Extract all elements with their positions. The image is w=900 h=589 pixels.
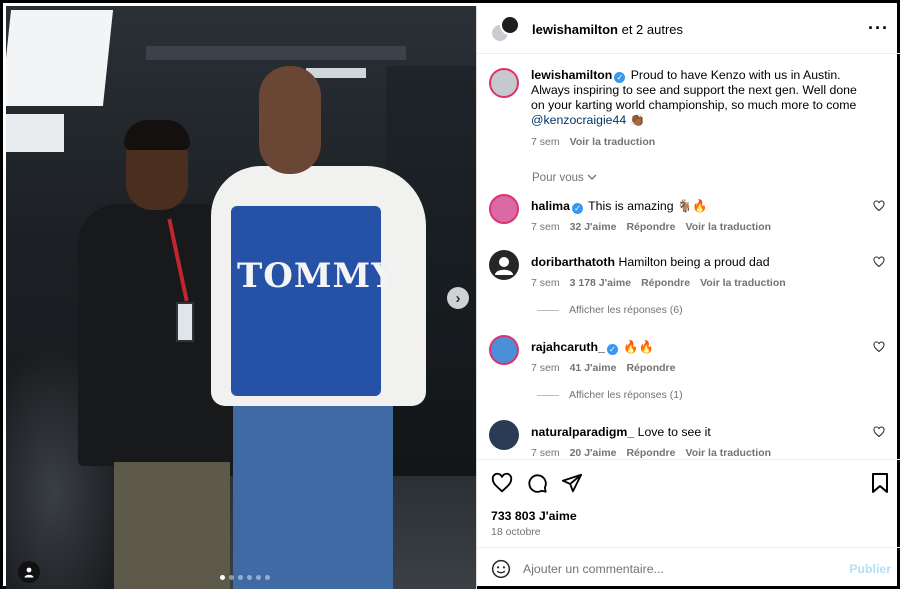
carousel-dot bbox=[247, 575, 252, 580]
default-user-icon bbox=[495, 257, 513, 275]
reply-button[interactable]: Répondre bbox=[626, 361, 675, 376]
caption-emoji: 👏🏾 bbox=[629, 113, 645, 127]
comment-composer: Ajouter un commentaire... Publier bbox=[477, 547, 900, 589]
caption-username[interactable]: lewishamilton bbox=[531, 68, 612, 82]
verified-badge-icon: ✓ bbox=[606, 344, 618, 355]
person-lewis: TOMMY bbox=[211, 66, 426, 589]
comments-feed[interactable]: lewishamilton ✓ Proud to have Kenzo with … bbox=[477, 54, 900, 459]
translate-link[interactable]: Voir la traduction bbox=[685, 446, 771, 459]
comment-username[interactable]: naturalparadigm_ bbox=[531, 425, 634, 439]
post-header: lewishamilton et 2 autres ··· bbox=[477, 6, 900, 54]
like-comment-heart-icon[interactable] bbox=[873, 426, 885, 438]
comment-input[interactable]: Ajouter un commentaire... bbox=[523, 562, 849, 576]
comment-time[interactable]: 7 sem bbox=[531, 276, 560, 291]
divider bbox=[537, 394, 559, 396]
user-icon bbox=[24, 567, 34, 578]
avatar bbox=[500, 14, 520, 35]
sort-label: Pour vous bbox=[532, 172, 584, 184]
pass-badge bbox=[176, 302, 194, 342]
like-comment-heart-icon[interactable] bbox=[873, 256, 885, 268]
more-options-icon[interactable]: ··· bbox=[868, 18, 889, 39]
avatar[interactable] bbox=[489, 420, 519, 450]
tagged-users-button[interactable] bbox=[18, 561, 40, 583]
avatar[interactable] bbox=[489, 68, 519, 98]
translate-link[interactable]: Voir la traduction bbox=[700, 276, 786, 291]
view-replies-button[interactable]: Afficher les réponses (6) bbox=[537, 304, 683, 316]
ceiling-light bbox=[6, 10, 114, 106]
comment-bubble-icon[interactable] bbox=[526, 472, 548, 494]
reply-button[interactable]: Répondre bbox=[626, 446, 675, 459]
reply-button[interactable]: Répondre bbox=[626, 220, 675, 235]
divider bbox=[537, 309, 559, 311]
hair bbox=[124, 120, 190, 150]
caption-mention[interactable]: @kenzocraigie44 bbox=[531, 113, 626, 127]
post-actions: 733 803 J'aime 18 octobre bbox=[477, 459, 900, 547]
caption-time[interactable]: 7 sem bbox=[531, 135, 560, 150]
view-replies-label: Afficher les réponses (6) bbox=[569, 304, 683, 316]
post-date[interactable]: 18 octobre bbox=[491, 526, 541, 538]
share-send-icon[interactable] bbox=[561, 472, 583, 494]
like-count[interactable]: 733 803 J'aime bbox=[491, 509, 577, 523]
carousel-dot bbox=[256, 575, 261, 580]
post-window: TOMMY › lewishamilton et 2 autres ··· le… bbox=[0, 0, 900, 589]
jeans bbox=[233, 396, 393, 589]
comment-text: Love to see it bbox=[637, 425, 711, 439]
like-heart-icon[interactable] bbox=[491, 472, 513, 494]
collab-avatars[interactable] bbox=[490, 14, 520, 45]
comment-text: This is amazing 🐐🔥 bbox=[588, 199, 708, 213]
post-authors[interactable]: lewishamilton et 2 autres bbox=[532, 22, 683, 37]
carousel-dot bbox=[238, 575, 243, 580]
carousel-dot bbox=[220, 575, 225, 580]
chevron-down-icon bbox=[587, 174, 597, 180]
comment-likes[interactable]: 20 J'aime bbox=[570, 446, 617, 459]
author-username[interactable]: lewishamilton bbox=[532, 22, 618, 37]
avatar[interactable] bbox=[489, 194, 519, 224]
comment-username[interactable]: doribarthatoth bbox=[531, 255, 615, 269]
carousel-dot bbox=[229, 575, 234, 580]
reply-button[interactable]: Répondre bbox=[641, 276, 690, 291]
comment-time[interactable]: 7 sem bbox=[531, 220, 560, 235]
comment-likes[interactable]: 3 178 J'aime bbox=[570, 276, 631, 291]
sweatshirt-text: TOMMY bbox=[237, 256, 397, 296]
ceiling-light bbox=[6, 114, 64, 152]
comment-time[interactable]: 7 sem bbox=[531, 361, 560, 376]
face bbox=[259, 66, 321, 174]
verified-badge-icon: ✓ bbox=[571, 203, 583, 214]
comment-username[interactable]: rajahcaruth_ bbox=[531, 340, 605, 354]
sweatshirt-panel bbox=[231, 206, 381, 396]
emoji-icon[interactable] bbox=[491, 559, 511, 579]
comment-likes[interactable]: 32 J'aime bbox=[570, 220, 617, 235]
garage-beam bbox=[146, 46, 406, 60]
comment-likes[interactable]: 41 J'aime bbox=[570, 361, 617, 376]
verified-badge-icon: ✓ bbox=[614, 72, 626, 83]
translate-link[interactable]: Voir la traduction bbox=[685, 220, 771, 235]
comment-time[interactable]: 7 sem bbox=[531, 446, 560, 459]
comment-text: 🔥🔥 bbox=[623, 340, 654, 354]
comment-username[interactable]: halima bbox=[531, 199, 570, 213]
carousel-dot bbox=[265, 575, 270, 580]
post-photo[interactable]: TOMMY › bbox=[6, 6, 476, 589]
bookmark-icon[interactable] bbox=[871, 472, 889, 494]
view-replies-button[interactable]: Afficher les réponses (1) bbox=[537, 389, 683, 401]
sort-dropdown[interactable]: Pour vous bbox=[532, 172, 597, 184]
carousel-dots bbox=[220, 575, 270, 580]
avatar[interactable] bbox=[489, 335, 519, 365]
view-replies-label: Afficher les réponses (1) bbox=[569, 389, 683, 401]
post-side-panel: lewishamilton et 2 autres ··· lewishamil… bbox=[476, 6, 900, 589]
like-comment-heart-icon[interactable] bbox=[873, 341, 885, 353]
author-others[interactable]: et 2 autres bbox=[622, 22, 683, 37]
translate-link[interactable]: Voir la traduction bbox=[570, 135, 656, 150]
avatar[interactable] bbox=[489, 250, 519, 280]
publish-button[interactable]: Publier bbox=[849, 562, 891, 576]
carousel-next-button[interactable]: › bbox=[447, 287, 469, 309]
like-comment-heart-icon[interactable] bbox=[873, 200, 885, 212]
comment-text: Hamilton being a proud dad bbox=[618, 255, 770, 269]
